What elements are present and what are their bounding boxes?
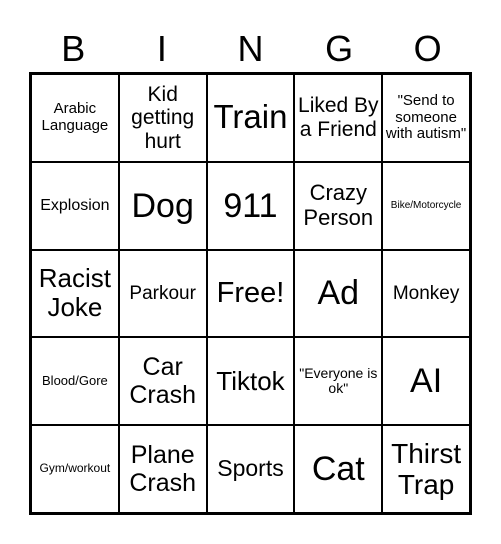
bingo-cell[interactable]: 911	[206, 161, 295, 250]
bingo-card-grid: Arabic Language Kid getting hurt Train L…	[29, 72, 472, 515]
bingo-cell[interactable]: Arabic Language	[31, 74, 119, 162]
bingo-cell[interactable]: Tiktok	[206, 337, 295, 426]
bingo-cell-free-space[interactable]: Free!	[206, 249, 295, 338]
bingo-cell[interactable]: Sports	[206, 425, 295, 513]
bingo-cell[interactable]: Bike/Motorcycle	[382, 161, 470, 250]
header-letter-i: I	[156, 28, 167, 69]
bingo-cell[interactable]: Crazy Person	[294, 161, 383, 250]
bingo-cell[interactable]: Monkey	[382, 249, 470, 338]
header-letter-n: N	[237, 28, 264, 69]
bingo-cell[interactable]: Explosion	[31, 161, 119, 250]
header-letter-o: O	[413, 28, 442, 69]
bingo-cell[interactable]: Gym/workout	[31, 425, 119, 513]
bingo-cell[interactable]: Cat	[294, 425, 383, 513]
bingo-cell[interactable]: Train	[206, 74, 295, 162]
bingo-cell[interactable]: Blood/Gore	[31, 337, 119, 426]
bingo-cell[interactable]: Plane Crash	[118, 425, 207, 513]
bingo-cell[interactable]: Dog	[118, 161, 207, 250]
bingo-cell[interactable]: AI	[382, 337, 470, 426]
bingo-cell[interactable]: Parkour	[118, 249, 207, 338]
bingo-cell[interactable]: Kid getting hurt	[118, 74, 207, 162]
bingo-cell[interactable]: Ad	[294, 249, 383, 338]
bingo-cell[interactable]: Thirst Trap	[382, 425, 470, 513]
bingo-cell[interactable]: "Everyone is ok"	[294, 337, 383, 426]
bingo-cell[interactable]: Liked By a Friend	[294, 74, 383, 162]
bingo-cell[interactable]: Car Crash	[118, 337, 207, 426]
bingo-cell[interactable]: Racist Joke	[31, 249, 119, 338]
header-letter-b: B	[61, 28, 86, 69]
bingo-header: B I N G O	[29, 26, 472, 72]
bingo-cell[interactable]: "Send to someone with autism"	[382, 74, 470, 162]
header-letter-g: G	[325, 28, 354, 69]
